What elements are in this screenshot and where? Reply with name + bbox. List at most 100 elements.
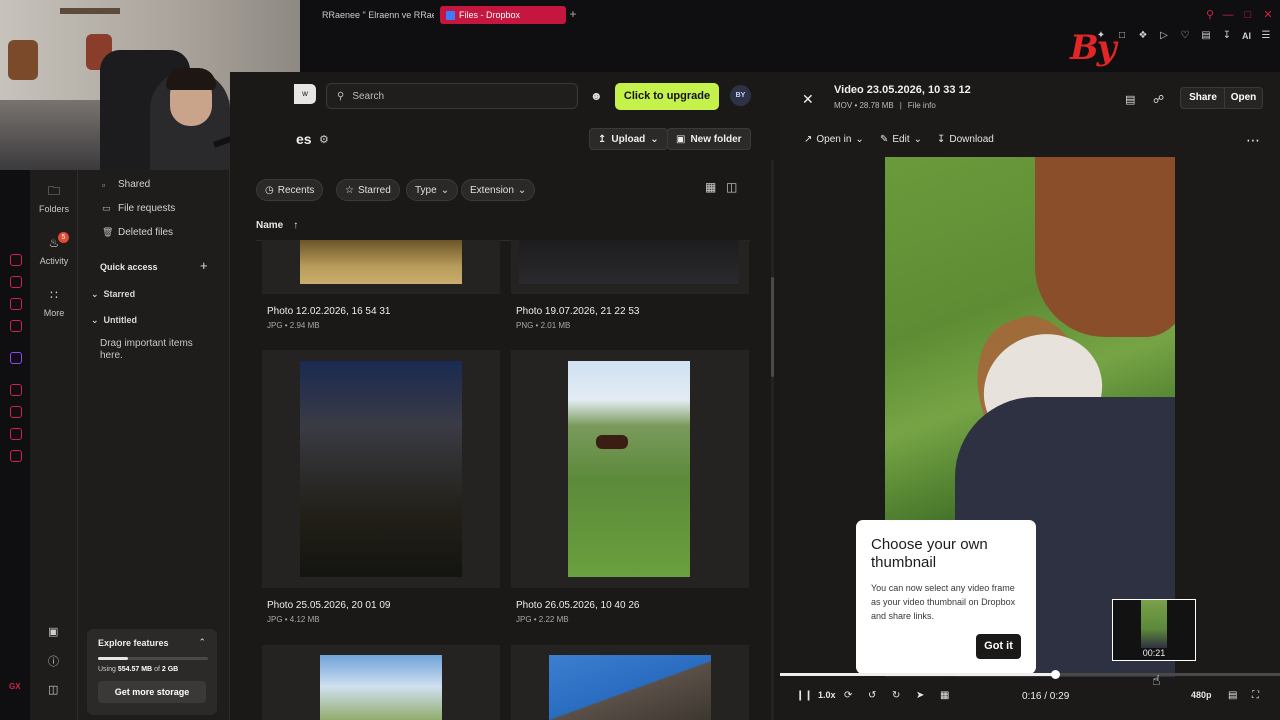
filter-recents[interactable]: ◷ Recents (256, 179, 324, 201)
close-window-icon[interactable]: ✕ (1262, 9, 1274, 21)
desktop-app-icon[interactable]: ▣ (48, 625, 58, 638)
captions-icon[interactable]: ▤ (1228, 690, 1237, 701)
wallet-icon[interactable]: ▤ (1200, 30, 1212, 41)
file-card[interactable] (511, 240, 749, 294)
video-progress-knob[interactable] (1051, 670, 1060, 679)
nav-more[interactable]: ∷ More (30, 288, 78, 318)
download-button[interactable]: ↧ Download (937, 134, 994, 145)
invite-member-icon[interactable]: ☻ (590, 89, 603, 103)
settings-icon[interactable] (10, 450, 22, 462)
pause-icon[interactable]: ❙❙ (796, 690, 813, 701)
share-button[interactable]: Share (1180, 87, 1226, 109)
twitch-icon[interactable] (10, 352, 22, 364)
sidebar-app-icon[interactable] (10, 276, 22, 288)
gear-icon[interactable]: ⚙ (319, 133, 329, 146)
comment-icon[interactable]: ▤ (1125, 93, 1135, 106)
video-progress-bar[interactable] (780, 670, 1280, 679)
browser-tab-dropbox[interactable]: Files - Dropbox (440, 6, 566, 24)
maximize-icon[interactable]: □ (1242, 9, 1254, 21)
more-options-icon[interactable]: ⋯ (1246, 132, 1261, 149)
play-icon[interactable]: ▷ (1158, 30, 1170, 41)
file-card[interactable] (511, 350, 749, 588)
open-in-button[interactable]: ↗ Open in ⌄ (804, 134, 864, 145)
upload-button[interactable]: ↥ Upload ⌄ (589, 128, 668, 150)
fullscreen-icon[interactable]: ⛶ (1252, 690, 1259, 701)
sidebar-group-untitled[interactable]: ⌄ Untitled (91, 315, 137, 326)
sidebar-app-icon[interactable] (10, 428, 22, 440)
button-label: New folder (690, 133, 742, 145)
avatar[interactable]: BY (730, 85, 751, 106)
loop-icon[interactable]: ⟳ (844, 690, 852, 701)
minimize-icon[interactable]: — (1222, 9, 1234, 21)
explore-title: Explore features (98, 638, 169, 648)
file-thumbnail (549, 655, 711, 720)
send-icon[interactable]: ➤ (916, 690, 924, 701)
sidebar-group-starred[interactable]: ⌄ Starred (91, 289, 135, 300)
search-icon[interactable]: ⚲ (1204, 9, 1216, 21)
set-thumbnail-icon[interactable]: ▦ (940, 690, 949, 701)
snapshot-icon[interactable]: ❖ (1137, 30, 1149, 41)
sidebar-app-icon[interactable] (10, 298, 22, 310)
sidebar-app-icon[interactable] (10, 320, 22, 332)
forward-10-icon[interactable]: ↻ (892, 690, 900, 701)
filter-extension[interactable]: Extension ⌄ (461, 179, 536, 201)
search-input[interactable]: ⚲ Search (326, 83, 578, 109)
open-button[interactable]: Open (1224, 87, 1263, 109)
file-card[interactable] (262, 240, 500, 294)
grid-view-icon[interactable]: ▦ (705, 180, 716, 194)
quality-selector[interactable]: 480p (1191, 690, 1212, 700)
browser-tab-youtube[interactable]: RRaenee " Elraenn ve RRae (312, 6, 434, 24)
extensions-bar: ✦ □ ❖ ▷ ♡ ▤ ↧ AI ☰ (1095, 30, 1272, 41)
preview-meta: MOV • 28.78 MB | File info (834, 101, 936, 110)
nav-label: Folders (38, 204, 69, 214)
crop-icon[interactable]: □ (1116, 30, 1128, 41)
sidebar-app-icon[interactable] (10, 254, 22, 266)
topbar-button[interactable]: w (294, 84, 316, 104)
folder-icon: 🗀 (47, 184, 60, 198)
link-icon[interactable]: ☍ (1153, 93, 1164, 106)
filter-starred[interactable]: ☆ Starred (336, 179, 400, 201)
file-thumbnail (568, 361, 690, 577)
sidebar-item-deleted-files[interactable]: 🗑 Deleted files (102, 227, 173, 238)
collapse-sidebar-icon[interactable]: ◫ (48, 683, 58, 696)
history-icon[interactable] (10, 406, 22, 418)
sidebar-app-icon[interactable] (10, 384, 22, 396)
rewind-10-icon[interactable]: ↺ (868, 690, 876, 701)
new-tab-button[interactable]: + (567, 8, 579, 20)
panel-view-icon[interactable]: ◫ (726, 180, 737, 194)
get-more-storage-button[interactable]: Get more storage (98, 681, 206, 703)
add-quick-access-button[interactable]: + (200, 258, 208, 273)
sidebar-item-file-requests[interactable]: ▭ File requests (102, 203, 175, 214)
heart-icon[interactable]: ♡ (1179, 30, 1191, 41)
new-folder-button[interactable]: ▣ New folder (667, 128, 751, 150)
activity-badge: 5 (58, 232, 69, 243)
filter-type[interactable]: Type ⌄ (406, 179, 459, 201)
file-name[interactable]: Photo 12.02.2026, 16 54 31 (267, 306, 390, 317)
column-header-name[interactable]: Name ↑ (256, 220, 298, 231)
file-card[interactable] (262, 350, 500, 588)
close-icon[interactable]: ✕ (802, 91, 814, 108)
download-icon[interactable]: ↧ (1221, 30, 1233, 41)
sidebar-item-shared[interactable]: ▫ Shared (102, 179, 150, 190)
file-name[interactable]: Photo 25.05.2026, 20 01 09 (267, 600, 390, 611)
upgrade-button[interactable]: Click to upgrade (615, 83, 719, 110)
file-thumbnail (300, 240, 462, 284)
file-name[interactable]: Photo 26.05.2026, 10 40 26 (516, 600, 639, 611)
file-name[interactable]: Photo 19.07.2026, 21 22 53 (516, 306, 639, 317)
menu-icon[interactable]: ☰ (1260, 30, 1272, 41)
nav-activity[interactable]: ♨ 5 Activity (30, 232, 78, 266)
file-card[interactable] (511, 645, 749, 720)
file-request-icon: ▭ (102, 203, 111, 213)
help-icon[interactable]: ⓘ (48, 653, 59, 669)
nav-folders[interactable]: 🗀 Folders (30, 184, 78, 214)
nav-label: More (43, 308, 65, 318)
file-info-link[interactable]: File info (908, 101, 936, 110)
scrollbar[interactable] (771, 277, 774, 377)
ai-button[interactable]: AI (1242, 31, 1251, 41)
edit-button[interactable]: ✎ Edit ⌄ (880, 134, 922, 145)
chevron-up-icon[interactable]: ⌃ (198, 637, 206, 648)
file-card[interactable] (262, 645, 500, 720)
got-it-button[interactable]: Got it (976, 634, 1021, 659)
dropbox-nav-rail: 🗀 Folders ♨ 5 Activity ∷ More ▣ ⓘ ◫ (30, 170, 78, 720)
playback-speed[interactable]: 1.0x (818, 690, 836, 700)
